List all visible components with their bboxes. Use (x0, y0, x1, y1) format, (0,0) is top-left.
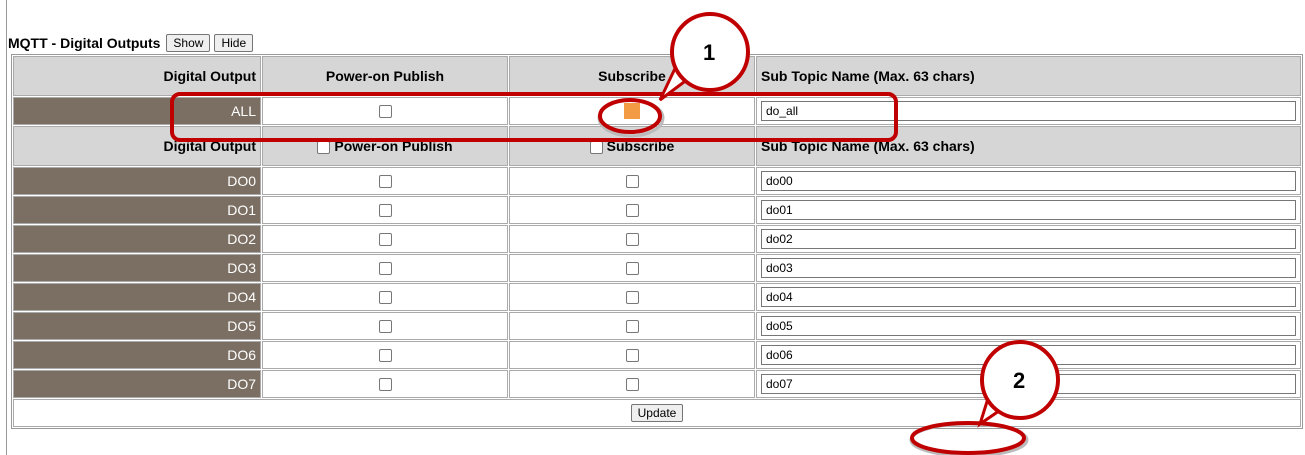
do-power-on-publish-checkbox[interactable] (378, 204, 392, 218)
all-label: ALL (13, 97, 261, 125)
do-subscribe-checkbox[interactable] (625, 349, 639, 363)
do-row: DO7 (13, 370, 1301, 398)
do-label: DO0 (13, 167, 261, 195)
header-sub-topic: Sub Topic Name (Max. 63 chars) (756, 56, 1301, 96)
header-row-2: Digital Output Power-on Publish Subscrib… (13, 126, 1301, 166)
do-subscribe-checkbox[interactable] (625, 175, 639, 189)
do-power-on-publish-checkbox[interactable] (378, 378, 392, 392)
header-power-on-publish: Power-on Publish (262, 56, 508, 96)
do-topic-input[interactable] (761, 316, 1296, 336)
do-row: DO3 (13, 254, 1301, 282)
do-row: DO2 (13, 225, 1301, 253)
do-power-on-publish-checkbox[interactable] (378, 262, 392, 276)
do-topic-input[interactable] (761, 345, 1296, 365)
select-all-subscribe-checkbox[interactable] (589, 140, 603, 154)
do-subscribe-checkbox[interactable] (625, 320, 639, 334)
header2-subscribe: Subscribe (606, 138, 675, 154)
show-button[interactable]: Show (166, 34, 211, 52)
hide-button[interactable]: Hide (214, 34, 254, 52)
do-subscribe-checkbox[interactable] (625, 262, 639, 276)
footer-row: Update (13, 399, 1301, 427)
select-all-power-on-checkbox[interactable] (317, 140, 331, 154)
do-row: DO5 (13, 312, 1301, 340)
update-button[interactable]: Update (630, 404, 684, 422)
do-topic-input[interactable] (761, 200, 1296, 220)
do-topic-input[interactable] (761, 374, 1296, 394)
panel-title: MQTT - Digital Outputs (8, 35, 161, 51)
panel-titlebar: MQTT - Digital Outputs Show Hide (8, 33, 254, 53)
header-row: Digital Output Power-on Publish Subscrib… (13, 56, 1301, 96)
do-label: DO1 (13, 196, 261, 224)
header2-sub-topic: Sub Topic Name (Max. 63 chars) (756, 126, 1301, 166)
do-power-on-publish-checkbox[interactable] (378, 291, 392, 305)
header-digital-output: Digital Output (13, 56, 261, 96)
do-topic-input[interactable] (761, 258, 1296, 278)
callout-2-number: 2 (1013, 368, 1026, 393)
header2-power-on-publish: Power-on Publish (334, 138, 453, 154)
all-power-on-publish-checkbox[interactable] (378, 105, 392, 119)
do-subscribe-checkbox[interactable] (625, 291, 639, 305)
do-subscribe-checkbox[interactable] (625, 204, 639, 218)
do-row: DO6 (13, 341, 1301, 369)
do-topic-input[interactable] (761, 171, 1296, 191)
do-power-on-publish-checkbox[interactable] (378, 320, 392, 334)
header-subscribe: Subscribe (509, 56, 755, 96)
do-label: DO2 (13, 225, 261, 253)
do-row: DO0 (13, 167, 1301, 195)
all-topic-input[interactable] (761, 101, 1296, 121)
all-subscribe-checkbox[interactable] (624, 103, 640, 119)
do-power-on-publish-checkbox[interactable] (378, 175, 392, 189)
do-label: DO5 (13, 312, 261, 340)
do-topic-input[interactable] (761, 229, 1296, 249)
callout-1-number: 1 (703, 40, 716, 65)
do-subscribe-checkbox[interactable] (625, 378, 639, 392)
do-label: DO3 (13, 254, 261, 282)
do-row: DO4 (13, 283, 1301, 311)
do-power-on-publish-checkbox[interactable] (378, 349, 392, 363)
do-label: DO4 (13, 283, 261, 311)
do-topic-input[interactable] (761, 287, 1296, 307)
digital-outputs-table: Digital Output Power-on Publish Subscrib… (11, 54, 1303, 429)
all-row: ALL (13, 97, 1301, 125)
do-power-on-publish-checkbox[interactable] (378, 233, 392, 247)
do-label: DO6 (13, 341, 261, 369)
header2-digital-output: Digital Output (13, 126, 261, 166)
do-row: DO1 (13, 196, 1301, 224)
do-subscribe-checkbox[interactable] (625, 233, 639, 247)
do-label: DO7 (13, 370, 261, 398)
